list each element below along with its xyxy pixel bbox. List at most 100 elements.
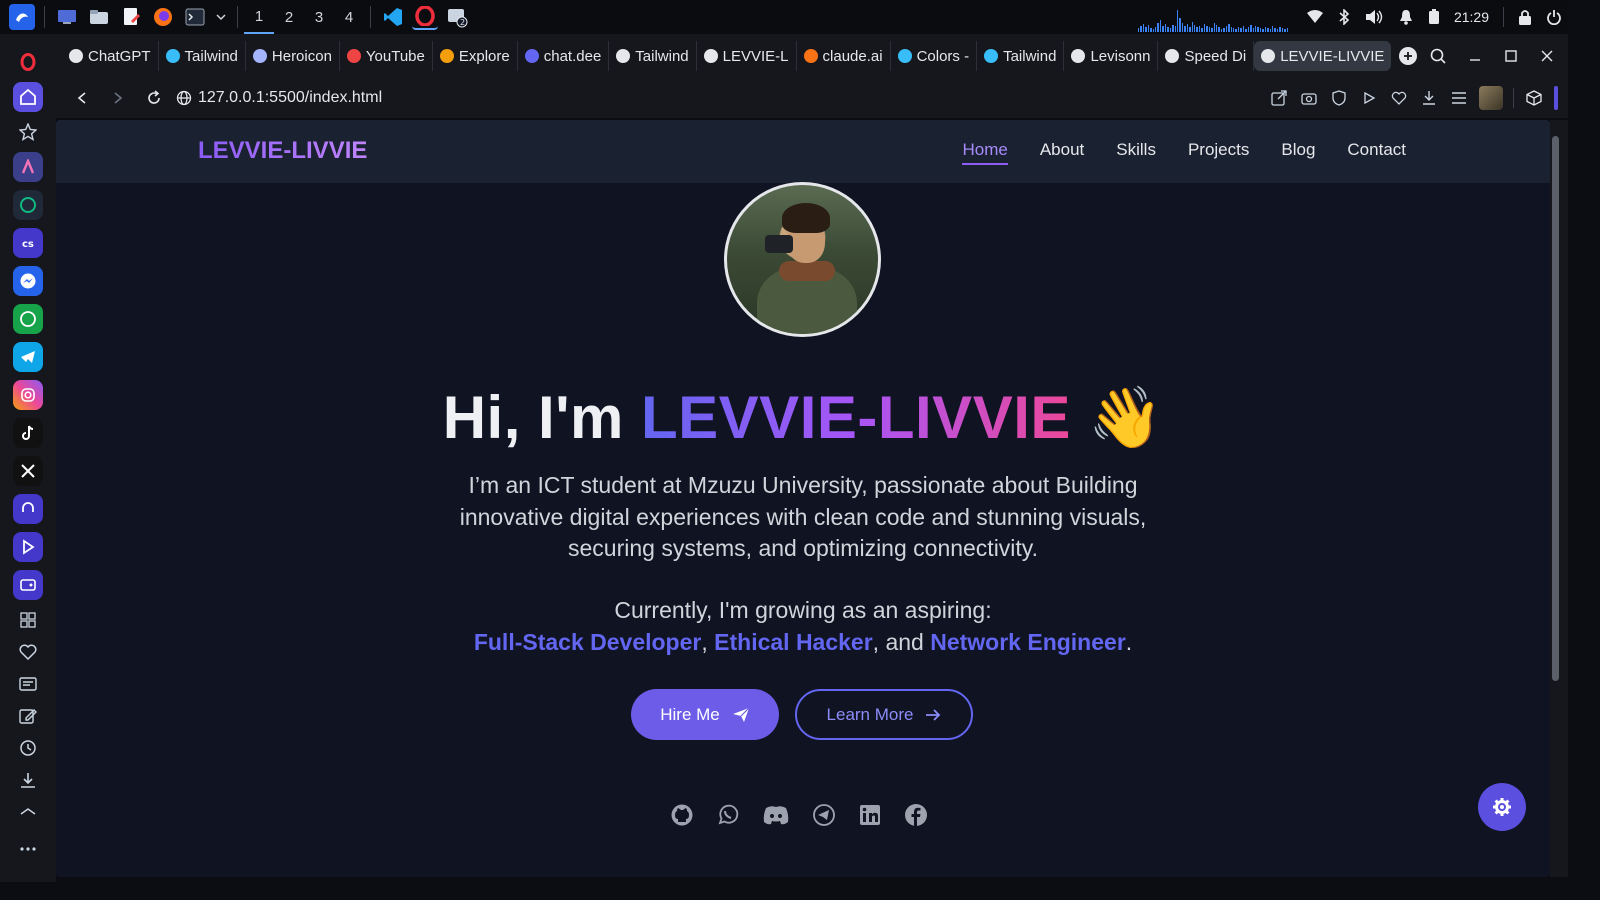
browser-tab[interactable]: Heroicon <box>246 41 340 71</box>
aria-icon[interactable] <box>13 152 43 182</box>
close-icon[interactable] <box>1540 49 1554 63</box>
opera-icon[interactable] <box>412 4 438 30</box>
downloads-icon[interactable] <box>1419 88 1439 108</box>
browser-tab[interactable]: Speed Di <box>1158 41 1255 71</box>
box-icon[interactable] <box>13 797 43 827</box>
browser-tab[interactable]: LEVVIE-LIVVIE <box>1254 41 1392 71</box>
new-tab-button[interactable] <box>1399 47 1418 65</box>
reload-button[interactable] <box>140 84 168 112</box>
workspace-4[interactable]: 4 <box>334 0 364 34</box>
minimize-icon[interactable] <box>1468 49 1482 63</box>
telegram-app-icon[interactable] <box>13 342 43 372</box>
url-field[interactable]: 127.0.0.1:5500/index.html <box>198 89 382 107</box>
tab-favicon-icon <box>346 49 361 63</box>
battery-icon[interactable] <box>1428 9 1440 25</box>
browser-tab[interactable]: claude.ai <box>797 41 891 71</box>
discord-icon[interactable] <box>762 803 790 827</box>
profile-avatar[interactable] <box>1479 86 1503 110</box>
browser-tab[interactable]: LEVVIE-L <box>697 41 797 71</box>
opera-menu-icon[interactable] <box>13 47 43 77</box>
facebook-icon[interactable] <box>904 803 928 827</box>
star-icon[interactable] <box>13 117 43 147</box>
music-icon[interactable] <box>13 494 43 524</box>
desktop-icon[interactable] <box>54 4 80 30</box>
nav-about[interactable]: About <box>1040 140 1084 165</box>
back-button[interactable] <box>68 84 96 112</box>
extensions-icon[interactable] <box>1524 88 1544 108</box>
tiktok-icon[interactable] <box>13 418 43 448</box>
share-icon[interactable] <box>1269 88 1289 108</box>
lock-icon[interactable] <box>1518 9 1532 25</box>
bluetooth-icon[interactable] <box>1338 9 1350 25</box>
workspace-2[interactable]: 2 <box>274 0 304 34</box>
instagram-icon[interactable] <box>13 380 43 410</box>
bell-icon[interactable] <box>1398 9 1414 25</box>
forward-button[interactable] <box>104 84 132 112</box>
wifi-icon[interactable] <box>1306 10 1324 24</box>
browser-tab[interactable]: Explore <box>433 41 518 71</box>
browser-tab[interactable]: Levisonn <box>1064 41 1159 71</box>
file-manager-icon[interactable] <box>86 4 112 30</box>
chatgpt-icon[interactable] <box>13 190 43 220</box>
search-tabs-icon[interactable] <box>1430 48 1446 64</box>
home-icon[interactable] <box>13 82 43 112</box>
workspace-3[interactable]: 3 <box>304 0 334 34</box>
hire-me-button[interactable]: Hire Me <box>631 689 779 740</box>
sidebar-toggle[interactable] <box>1554 86 1558 110</box>
window-switcher-icon[interactable]: 2 <box>444 4 470 30</box>
clock[interactable]: 21:29 <box>1454 9 1489 25</box>
shield-icon[interactable] <box>1329 88 1349 108</box>
edit-icon[interactable] <box>13 701 43 731</box>
news-icon[interactable] <box>13 669 43 699</box>
browser-tab[interactable]: chat.dee <box>518 41 610 71</box>
scrollbar-thumb[interactable] <box>1552 136 1559 681</box>
heart-icon[interactable] <box>13 637 43 667</box>
globe-icon[interactable] <box>176 90 192 106</box>
browser-tab[interactable]: ChatGPT <box>62 41 159 71</box>
browser-tab[interactable]: Colors - <box>891 41 978 71</box>
firefox-icon[interactable] <box>150 4 176 30</box>
text-editor-icon[interactable] <box>118 4 144 30</box>
browser-tab[interactable]: Tailwind <box>159 41 246 71</box>
chevron-down-icon[interactable] <box>214 4 228 30</box>
terminal-icon[interactable] <box>182 4 208 30</box>
more-icon[interactable] <box>13 834 43 864</box>
profile-photo <box>724 182 881 337</box>
messenger-icon[interactable] <box>13 266 43 296</box>
github-icon[interactable] <box>670 803 694 827</box>
hero-name: LEVVIE-LIVVIE <box>640 384 1071 451</box>
bookmark-heart-icon[interactable] <box>1389 88 1409 108</box>
history-icon[interactable] <box>13 733 43 763</box>
maximize-icon[interactable] <box>1504 49 1518 63</box>
launcher-icon[interactable] <box>9 4 35 30</box>
x-icon[interactable] <box>13 456 43 486</box>
wallet-icon[interactable] <box>13 570 43 600</box>
whatsapp-app-icon[interactable] <box>13 304 43 334</box>
download-icon[interactable] <box>13 765 43 795</box>
camera-icon[interactable] <box>1299 88 1319 108</box>
volume-icon[interactable] <box>1364 9 1384 25</box>
easy-setup-icon[interactable] <box>1449 88 1469 108</box>
play-icon[interactable] <box>1359 88 1379 108</box>
nav-home[interactable]: Home <box>962 140 1008 165</box>
cs-icon[interactable]: cs <box>13 228 43 258</box>
nav-contact[interactable]: Contact <box>1347 140 1406 165</box>
nav-blog[interactable]: Blog <box>1281 140 1315 165</box>
apps-grid-icon[interactable] <box>13 605 43 635</box>
vscode-icon[interactable] <box>380 4 406 30</box>
whatsapp-icon[interactable] <box>716 803 740 827</box>
workspace-1[interactable]: 1 <box>244 0 274 34</box>
telegram-icon[interactable] <box>812 803 836 827</box>
nav-skills[interactable]: Skills <box>1116 140 1156 165</box>
browser-tab[interactable]: YouTube <box>340 41 433 71</box>
settings-fab[interactable] <box>1478 783 1526 831</box>
browser-tab[interactable]: Tailwind <box>609 41 697 71</box>
learn-more-button[interactable]: Learn More <box>795 689 973 740</box>
player-icon[interactable] <box>13 532 43 562</box>
browser-tab[interactable]: Tailwind <box>977 41 1065 71</box>
site-logo[interactable]: LEVVIE-LIVVIE <box>198 137 367 165</box>
window-controls <box>1430 48 1568 64</box>
power-icon[interactable] <box>1546 9 1562 25</box>
nav-projects[interactable]: Projects <box>1188 140 1249 165</box>
linkedin-icon[interactable] <box>858 803 882 827</box>
